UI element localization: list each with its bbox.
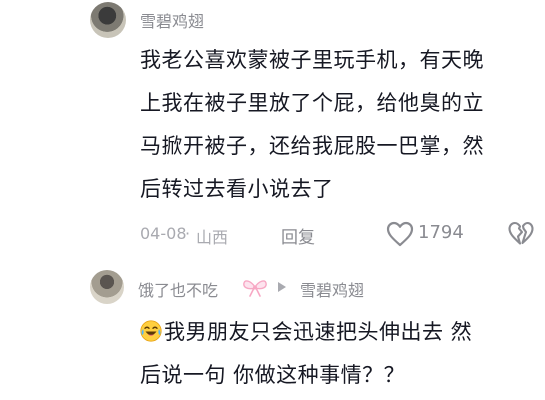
comment-text: 我男朋友只会迅速把头伸出去 然 后说一句 你做这种事情？？: [140, 311, 530, 397]
comment-text-line: 上我在被子里放了个屁，给他臭的立: [140, 91, 484, 115]
meta-separator: ·: [185, 224, 191, 243]
comment-text-line: 马掀开被子，还给我屁股一巴掌，然: [140, 134, 484, 158]
comment-text-line: 我老公喜欢蒙被子里玩手机，有天晚: [140, 48, 484, 72]
reply-to-arrow-icon: [278, 282, 286, 292]
avatar[interactable]: [90, 270, 124, 304]
comment-text-line: 我男朋友只会迅速把头伸出去 然: [140, 311, 530, 354]
comment-username[interactable]: 饿了也不吃: [138, 277, 218, 301]
comment-text-segment: 我男朋友只会迅速把头伸出去 然: [164, 320, 473, 344]
comment-date: 04-08: [140, 224, 187, 243]
reply-to-username[interactable]: 雪碧鸡翅: [300, 277, 364, 301]
broken-heart-icon[interactable]: [508, 221, 534, 247]
avatar[interactable]: [90, 2, 126, 38]
like-count: 1794: [418, 222, 464, 243]
comment-location: 山西: [196, 228, 229, 247]
comment-text-line: 后说一句 你做这种事情？？: [140, 363, 406, 387]
pink-bow-icon: [243, 280, 267, 297]
comment-text: 我老公喜欢蒙被子里玩手机，有天晚 上我在被子里放了个屁，给他臭的立 马掀开被子，…: [140, 39, 530, 211]
reply-button[interactable]: 回复: [281, 223, 315, 248]
heart-outline-icon[interactable]: [386, 221, 414, 247]
comment-text-line: 后转过去看小说去了: [140, 177, 334, 201]
crying-laughing-emoji-icon: [140, 320, 162, 342]
comment-username[interactable]: 雪碧鸡翅: [140, 8, 204, 32]
